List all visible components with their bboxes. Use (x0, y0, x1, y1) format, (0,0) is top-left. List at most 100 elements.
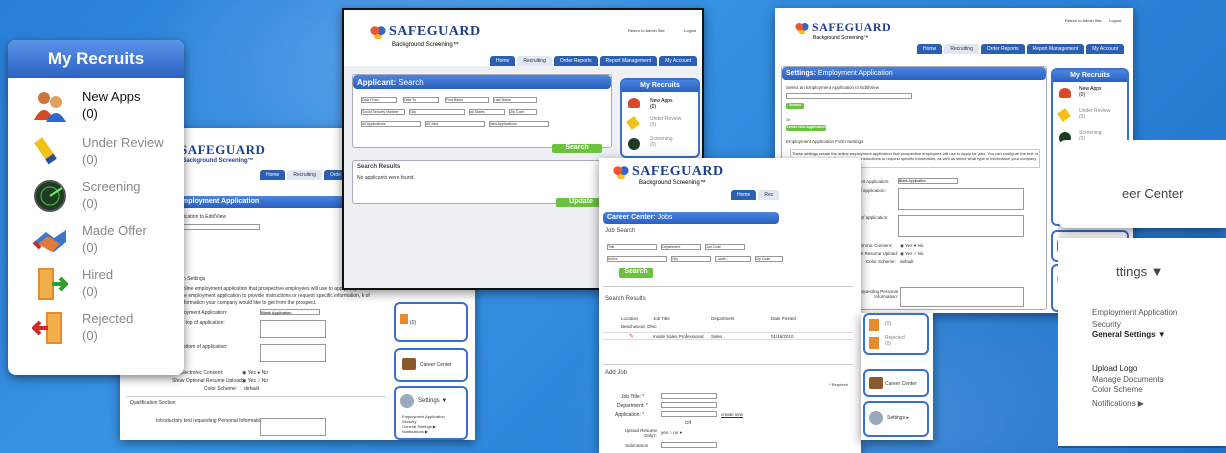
intro-textarea[interactable] (898, 188, 1024, 210)
nav-my-account[interactable]: My Account (1086, 44, 1124, 54)
nav-home[interactable]: Home (917, 44, 943, 54)
upload-logo-link[interactable]: Upload Logo (1092, 364, 1137, 373)
title-input[interactable]: Blank Application (260, 309, 320, 315)
nav-home[interactable]: Home (731, 190, 757, 200)
last-name-input[interactable]: Last Name (493, 97, 537, 103)
add-job-heading: Add Job (605, 370, 628, 376)
application-select[interactable] (786, 93, 912, 99)
settings-panel[interactable]: Settings ▸ (863, 401, 929, 437)
date-to-input[interactable]: Date To (403, 97, 439, 103)
state-select[interactable]: All States (469, 109, 505, 115)
resume-radio[interactable]: ◉ Yes ○ No (242, 378, 268, 384)
nav-report-management[interactable]: Report Management (1026, 44, 1085, 54)
title-input[interactable]: Blank Application (898, 178, 958, 184)
job-code-input[interactable]: Job Code (705, 244, 745, 250)
color-scheme-link[interactable]: Color Scheme (1092, 385, 1143, 394)
consent-radio[interactable]: ◉ Yes ● No (900, 243, 923, 249)
notifications-link[interactable]: Notifications ▶ (1092, 399, 1144, 408)
manage-documents-link[interactable]: Manage Documents (1092, 375, 1164, 384)
admin-link[interactable]: Return to Admin Site (1065, 18, 1102, 23)
admin-link[interactable]: Return to Admin Site (628, 28, 665, 33)
resume-radio[interactable]: ◉ Yes ○ No (900, 251, 923, 257)
nav-recruiting[interactable]: Recruiting (944, 44, 979, 54)
recruit-rejected[interactable]: Rejected (0) (31, 310, 133, 346)
recruits-panel-title: My Recruits (622, 80, 698, 92)
job-title-input[interactable] (661, 393, 717, 399)
title-input[interactable]: Title (607, 244, 657, 250)
closing-textarea[interactable] (898, 215, 1024, 237)
application-select[interactable] (180, 224, 260, 230)
career-center-panel[interactable]: Career Center (394, 348, 468, 382)
nav-order-reports[interactable]: Order Reports (553, 56, 598, 66)
active-select[interactable]: Active (607, 256, 667, 262)
consent-radio[interactable]: ◉ Yes ● No (242, 370, 268, 376)
jobs-select[interactable]: All Jobs (425, 121, 485, 127)
nav-recruiting[interactable]: Recruiting (517, 56, 552, 66)
city-input[interactable]: City (671, 256, 711, 262)
application-select[interactable] (661, 411, 717, 417)
search-button[interactable]: Search (552, 144, 602, 153)
people-icon (32, 88, 68, 124)
applications-select[interactable]: All Applications (361, 121, 421, 127)
logout-link[interactable]: Logout (1109, 18, 1121, 23)
department-input[interactable]: Department (661, 244, 701, 250)
logout-link[interactable]: Logout (684, 28, 696, 33)
highlighter-icon (32, 134, 68, 170)
create-application-button[interactable]: Create New Application (786, 125, 826, 131)
career-center-panel[interactable]: Career Center (863, 369, 929, 397)
create-new-link[interactable]: create new (721, 412, 743, 417)
first-name-input[interactable]: First Name (445, 97, 489, 103)
intro-personal-textarea[interactable] (900, 287, 1024, 307)
recruit-under-review[interactable]: Under Review (0) (32, 134, 164, 170)
city-input[interactable]: City (409, 109, 465, 115)
security-link[interactable]: Security (1092, 320, 1121, 329)
submit-button[interactable]: Submit (786, 103, 804, 109)
ssn-input[interactable]: Social Security Number (361, 109, 405, 115)
logo: SAFEGUARD (370, 24, 481, 40)
date-from-input[interactable]: Date From (361, 97, 397, 103)
search-button[interactable]: Search (619, 268, 653, 278)
nav-recruiting[interactable]: Recruiting (287, 170, 322, 180)
row-department: Sales (711, 334, 723, 339)
brand-name: SAFEGUARD (812, 20, 892, 34)
department-input[interactable] (661, 402, 717, 408)
table-row[interactable]: ✎ Inside Sales Professional Sales 01/15/… (603, 332, 853, 340)
recruit-screening[interactable]: Screening (0) (32, 178, 141, 214)
employment-app-link[interactable]: Employment Application (1092, 308, 1177, 317)
nav-recruiting[interactable]: Rec (758, 190, 780, 200)
upload-resume-radio[interactable]: yes ○ no ● (661, 430, 682, 435)
intro-textarea[interactable] (260, 320, 326, 338)
status-select[interactable]: New Applications (489, 121, 549, 127)
recruit-new-apps[interactable]: New Apps (0) (32, 88, 141, 124)
recruits-panel-title: My Recruits (1053, 70, 1127, 82)
recruit-hired[interactable]: Hired (0) (32, 266, 113, 302)
settings-block[interactable]: ttings ▼ Employment Application Security… (1058, 238, 1226, 446)
recruit-made-offer[interactable]: Made Offer (0) (32, 222, 147, 258)
career-center-block[interactable]: eer Center (1058, 140, 1226, 228)
submission-select[interactable] (661, 442, 717, 448)
general-settings-link[interactable]: General Settings ▼ (1092, 330, 1166, 339)
submission-label: Submission (625, 443, 649, 448)
nav-report-management[interactable]: Report Management (599, 56, 658, 66)
upload-resume-label: Upload Resume Only?: (624, 428, 657, 438)
closing-textarea[interactable] (260, 344, 326, 362)
color-label: Color Scheme: (204, 386, 238, 392)
edit-pencil-icon[interactable]: ✎ (629, 333, 634, 340)
intro-personal-textarea[interactable] (260, 418, 326, 436)
highlighter-icon (626, 116, 640, 130)
applicant-search-box: Applicant: Search Date From Date To Firs… (352, 74, 612, 148)
zip-input[interactable]: Zip Code (755, 256, 783, 262)
handshake-icon (32, 222, 68, 258)
nav-my-account[interactable]: My Account (659, 56, 697, 66)
settings-title: Settings: Employment Application (782, 67, 1046, 80)
nav-home[interactable]: Home (260, 170, 286, 180)
nav-order-reports[interactable]: Order Reports (980, 44, 1025, 54)
zip-input[interactable]: Zip Code (509, 109, 537, 115)
col-department: Department (711, 316, 735, 321)
zoomed-settings-card: eer Center ttings ▼ Employment Applicati… (1058, 140, 1226, 448)
settings-panel[interactable]: Settings ▼ Employment ApplicationSecurit… (394, 386, 468, 440)
recruit-count: (0) (82, 284, 98, 299)
brand-name: SAFEGUARD (389, 24, 481, 39)
nav-home[interactable]: Home (490, 56, 516, 66)
state-select[interactable]: --state-- (715, 256, 751, 262)
